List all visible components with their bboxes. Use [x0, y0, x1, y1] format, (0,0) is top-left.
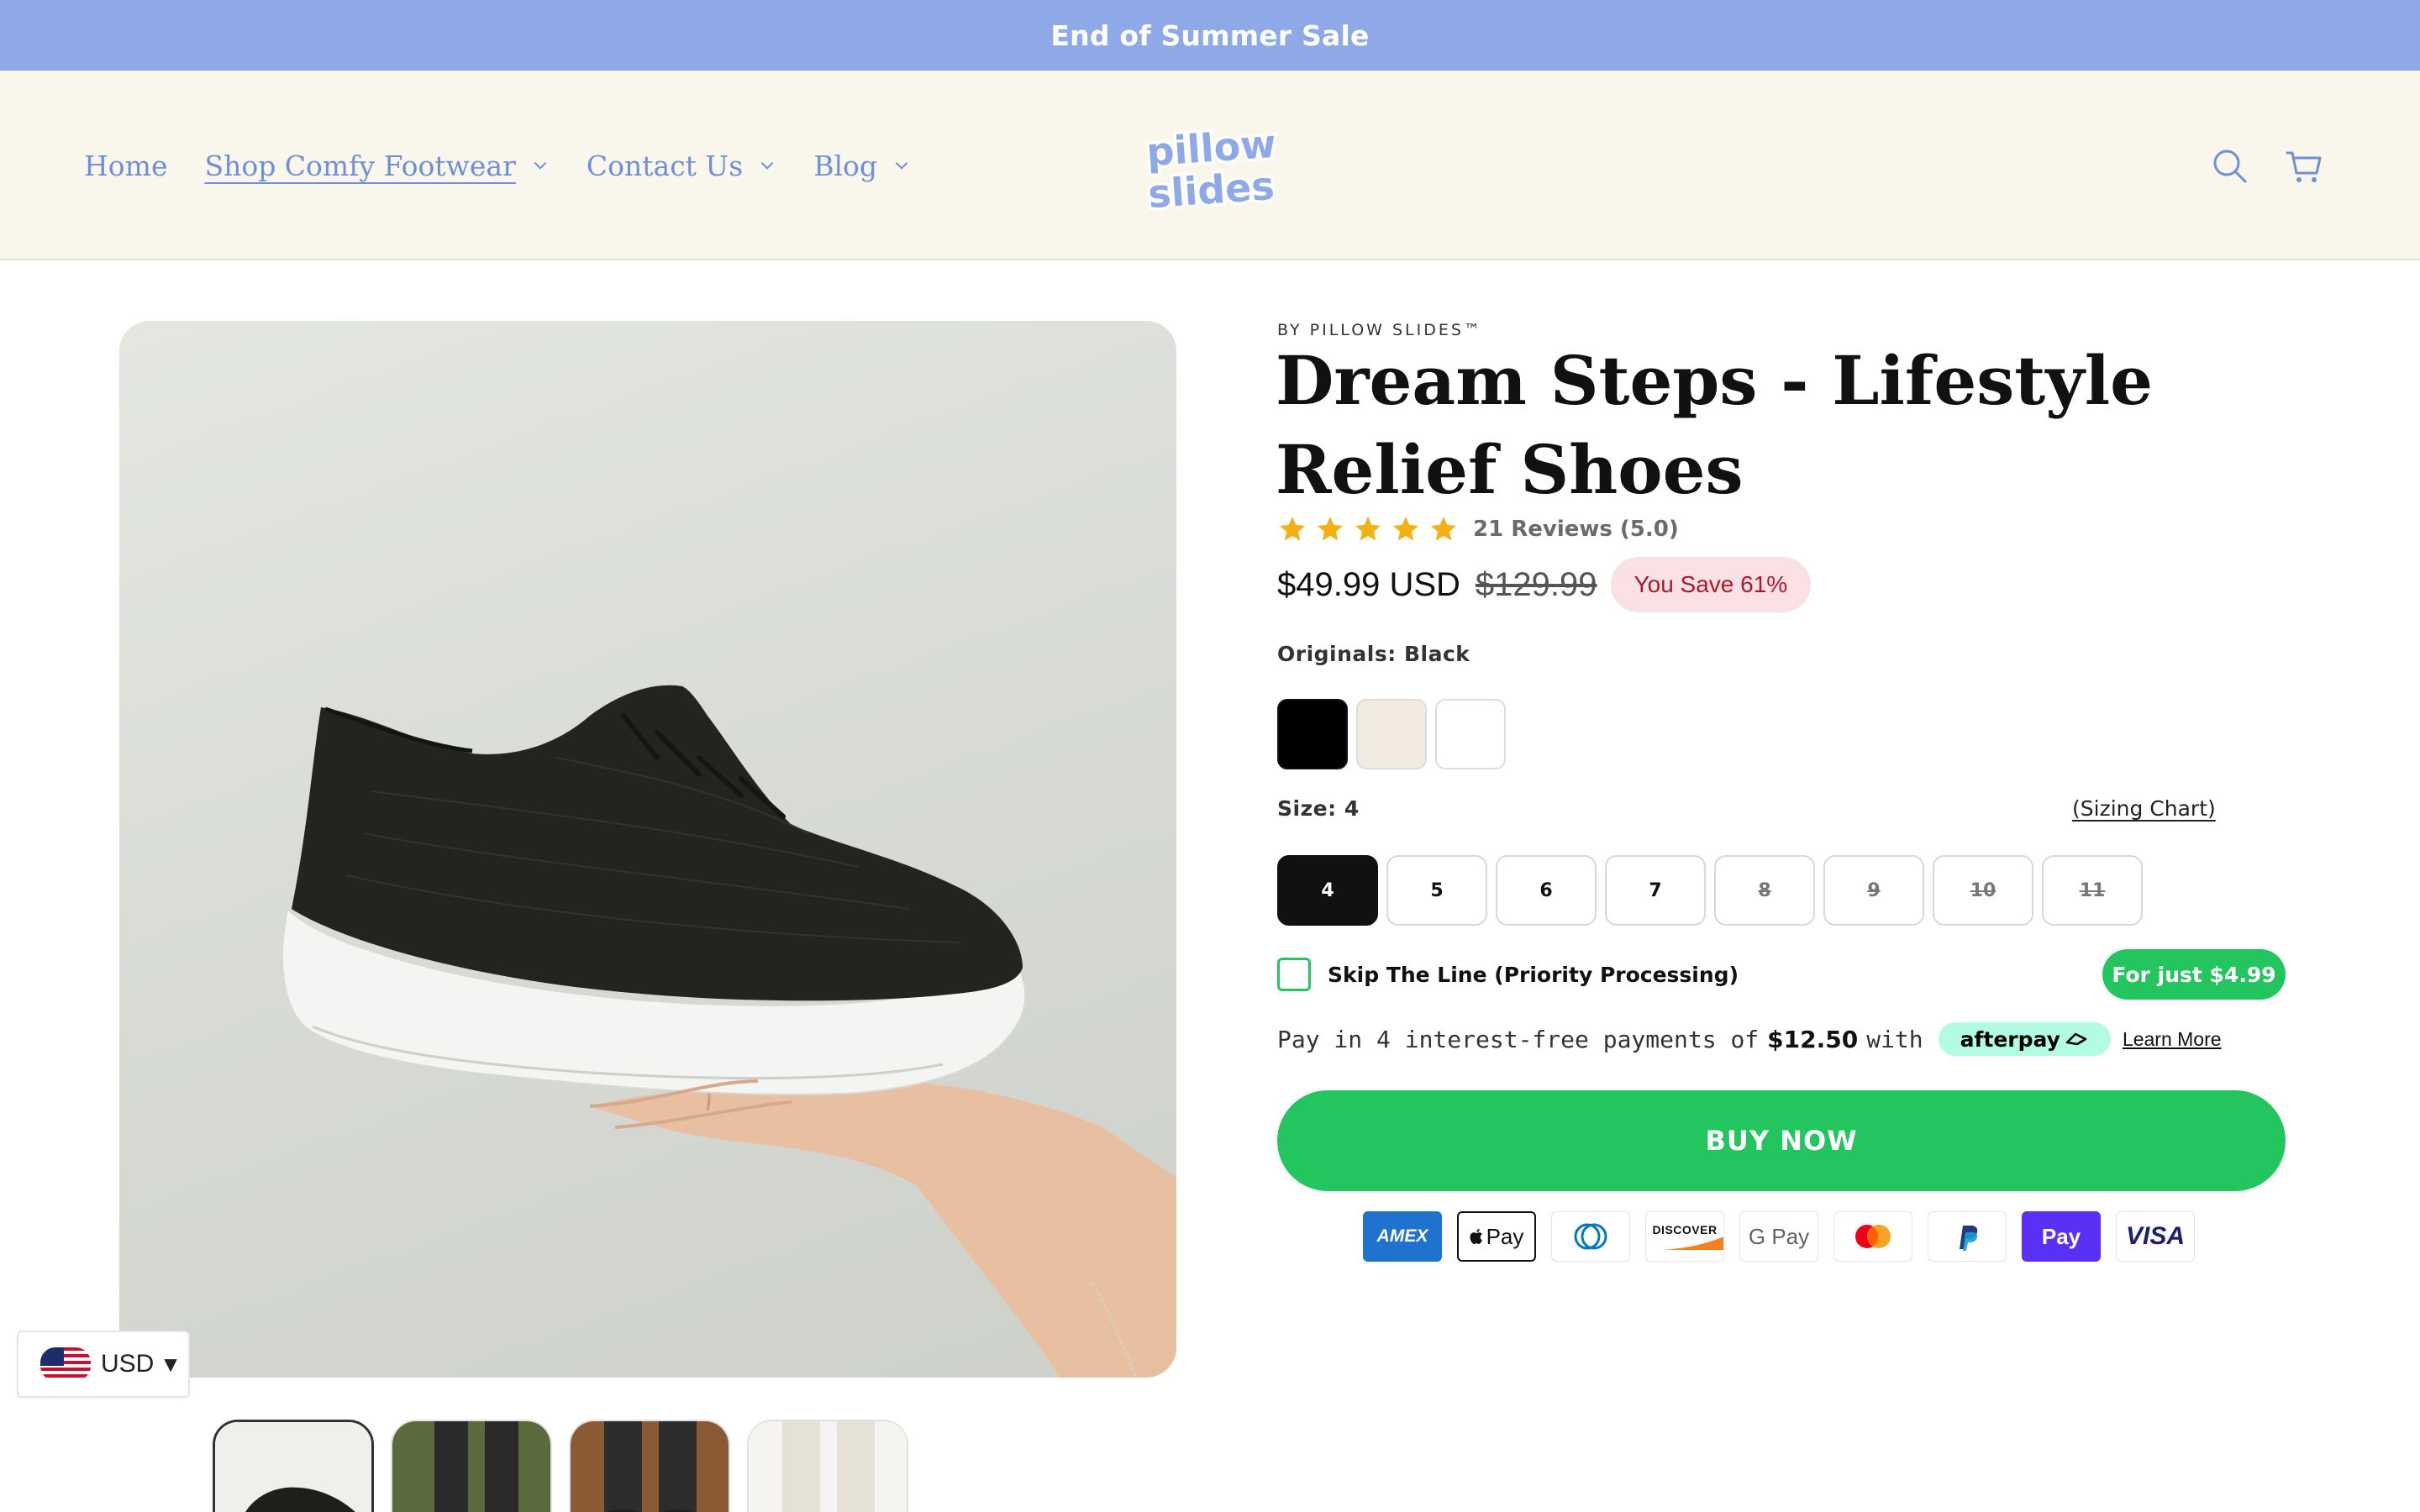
apple-pay-label: Pay [1486, 1223, 1524, 1249]
reviews-count: 21 Reviews (5.0) [1473, 517, 1679, 542]
compare-price: $129.99 [1475, 565, 1597, 603]
color-option-label: Originals: Black [1277, 642, 1470, 666]
buy-now-button[interactable]: BUY NOW [1277, 1090, 2286, 1191]
afterpay-amount: $12.50 [1767, 1025, 1859, 1053]
star-icon [1431, 517, 1456, 541]
afterpay-logo: afterpay [1938, 1022, 2111, 1056]
size-button-9[interactable]: 9 [1823, 855, 1924, 926]
nav-label: Shop Comfy Footwear [204, 149, 516, 182]
pillow-slides-logo[interactable]: pillow slides [1139, 121, 1286, 213]
price-row: $49.99 USD $129.99 You Save 61% [1277, 556, 1812, 613]
color-label: Originals: [1277, 642, 1397, 666]
product-thumbnail[interactable] [213, 1420, 374, 1512]
announcement-text: End of Summer Sale [1050, 18, 1370, 52]
priority-price-badge: For just $4.99 [2102, 949, 2286, 1000]
google-pay-icon: G Pay [1739, 1211, 1818, 1262]
thumbnail-image [392, 1421, 550, 1512]
discover-icon: DISCOVER [1645, 1211, 1724, 1262]
sizing-chart-link[interactable]: (Sizing Chart) [2072, 796, 2216, 821]
star-icon [1318, 517, 1343, 541]
chevron-down-icon [534, 161, 547, 170]
size-button-4[interactable]: 4 [1277, 855, 1378, 926]
skip-line-option[interactable]: Skip The Line (Priority Processing) [1277, 958, 1739, 991]
thumbnail-image [749, 1421, 907, 1512]
star-icon [1355, 517, 1381, 541]
logo-line-2: slides [1147, 163, 1276, 213]
main-nav: Home Shop Comfy Footwear Contact Us Blog [84, 71, 948, 260]
paypal-mark [1960, 1226, 1978, 1251]
nav-item-blog[interactable]: Blog [813, 150, 911, 182]
thumbnail-image [215, 1422, 371, 1512]
payment-methods: AMEX Pay DISCOVER G Pay Pay VISA [1363, 1211, 2210, 1262]
apple-pay-icon: Pay [1457, 1211, 1536, 1262]
size-label: Size: [1277, 796, 1337, 821]
star-icon [1280, 517, 1305, 541]
size-button-8[interactable]: 8 [1714, 855, 1815, 926]
thumbnail-image [571, 1421, 729, 1512]
search-icon[interactable] [2208, 144, 2252, 188]
size-button-11[interactable]: 11 [2042, 855, 2143, 926]
swatch-cream[interactable] [1356, 699, 1427, 769]
color-value: Black [1403, 642, 1470, 666]
product-main-image[interactable] [119, 321, 1176, 1378]
chevron-down-icon [895, 161, 908, 170]
size-button-6[interactable]: 6 [1496, 855, 1597, 926]
visa-label: VISA [2125, 1222, 2186, 1250]
currency-selector[interactable]: USD ▼ [17, 1331, 190, 1398]
nav-item-shop[interactable]: Shop Comfy Footwear [204, 150, 549, 182]
afterpay-message: Pay in 4 interest-free payments of $12.5… [1277, 1016, 2222, 1062]
afterpay-learn-more-link[interactable]: Learn More [2123, 1028, 2222, 1051]
nav-item-home[interactable]: Home [84, 150, 167, 182]
product-title: Dream Steps - Lifestyle Relief Shoes [1276, 341, 2153, 509]
nav-item-contact[interactable]: Contact Us [587, 150, 776, 182]
currency-code: USD [101, 1350, 155, 1378]
chevron-down-icon: ▼ [164, 1354, 177, 1374]
nav-label: Blog [813, 149, 877, 182]
site-header: Home Shop Comfy Footwear Contact Us Blog… [0, 71, 2420, 260]
amex-icon: AMEX [1363, 1211, 1442, 1262]
discover-swoosh [1662, 1236, 1723, 1250]
afterpay-prefix: Pay in 4 interest-free payments of [1277, 1025, 1760, 1053]
swatch-white[interactable] [1435, 699, 1506, 769]
nav-label: Contact Us [586, 149, 744, 182]
apple-icon [1470, 1229, 1482, 1245]
swatch-black[interactable] [1277, 699, 1348, 769]
size-value: 4 [1344, 796, 1360, 821]
amex-label: AMEX [1376, 1226, 1428, 1246]
paypal-icon [1928, 1211, 2007, 1262]
visa-icon: VISA [2116, 1211, 2195, 1262]
size-button-5[interactable]: 5 [1386, 855, 1487, 926]
discover-label: DISCOVER [1652, 1223, 1718, 1236]
cart-icon[interactable] [2282, 144, 2326, 188]
us-flag-icon [40, 1347, 91, 1381]
shoe-photo [281, 685, 1176, 1378]
skip-line-label: Skip The Line (Priority Processing) [1328, 962, 1739, 987]
size-button-7[interactable]: 7 [1605, 855, 1706, 926]
product-thumbnail[interactable] [747, 1420, 908, 1512]
size-option-label: Size: 4 [1277, 796, 1360, 821]
sale-price: $49.99 USD [1277, 565, 1460, 603]
product-thumbnail[interactable] [391, 1420, 552, 1512]
announcement-bar: End of Summer Sale [0, 0, 2420, 71]
mastercard-circles [1855, 1225, 1891, 1248]
product-rating[interactable]: 21 Reviews (5.0) [1277, 514, 1679, 544]
savings-badge: You Save 61% [1610, 557, 1812, 612]
diners-mark [1574, 1223, 1607, 1250]
shop-pay-label: Pay [2041, 1223, 2081, 1249]
nav-label: Home [84, 149, 168, 182]
mastercard-icon [1833, 1211, 1912, 1262]
afterpay-brand: afterpay [1960, 1026, 2060, 1052]
star-icon [1393, 517, 1418, 541]
size-button-10[interactable]: 10 [1933, 855, 2033, 926]
skip-line-checkbox[interactable] [1277, 958, 1311, 991]
chevron-down-icon [760, 161, 774, 170]
google-pay-label: G Pay [1748, 1223, 1810, 1249]
product-thumbnail[interactable] [569, 1420, 730, 1512]
afterpay-suffix: with [1866, 1025, 1923, 1053]
diners-club-icon [1551, 1211, 1630, 1262]
afterpay-arrows-icon [2065, 1032, 2087, 1046]
shop-pay-icon: Pay [2022, 1211, 2101, 1262]
